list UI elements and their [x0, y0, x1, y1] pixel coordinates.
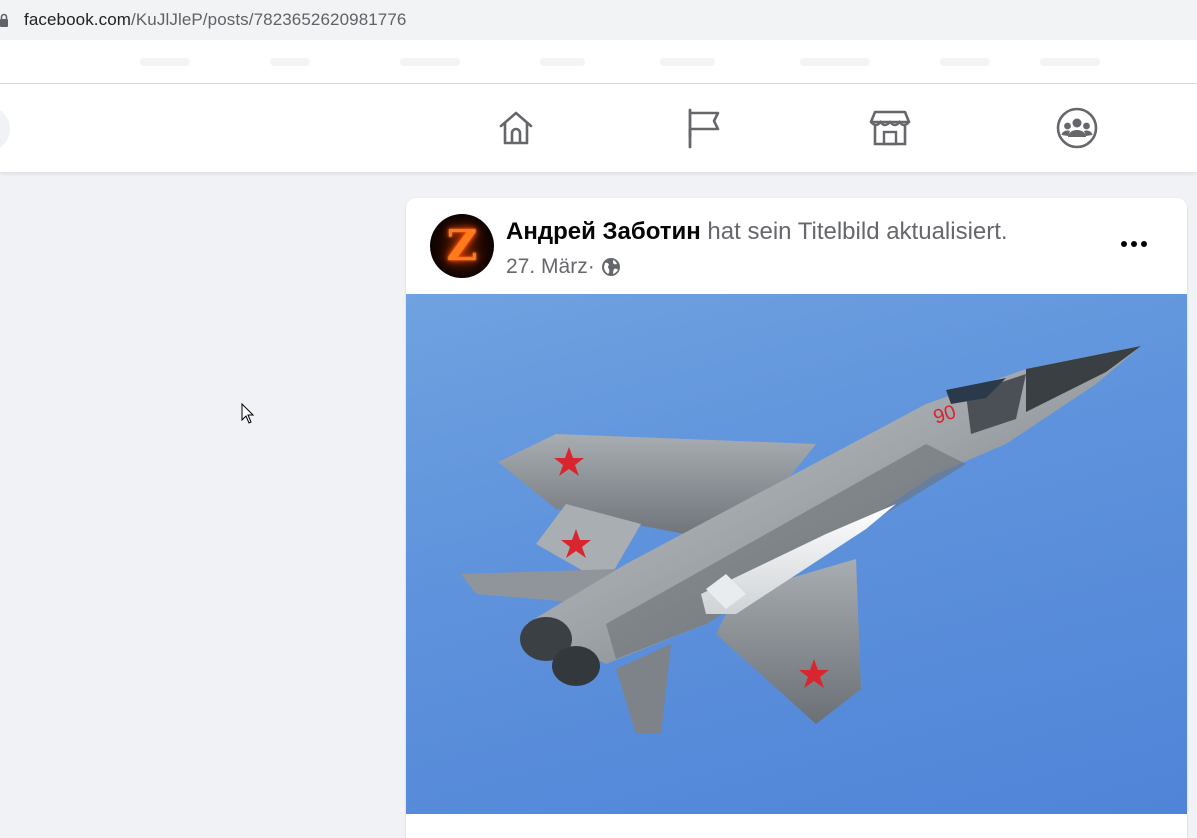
post-meta: 27. März · — [506, 255, 621, 279]
address-bar[interactable]: facebook.com/KuJlJleP/posts/782365262098… — [0, 0, 1197, 40]
fighter-jet-illustration: 90 — [461, 346, 1141, 734]
avatar-letter: Z — [446, 221, 478, 270]
post-card: Z Андрей Заботин hat sein Titelbild aktu… — [406, 198, 1187, 838]
mouse-cursor-icon — [241, 402, 255, 430]
post-headline: Андрей Заботин hat sein Titelbild aktual… — [506, 218, 1008, 246]
meta-separator: · — [587, 255, 595, 278]
avatar[interactable]: Z — [430, 214, 494, 278]
pages-flag-icon[interactable] — [682, 106, 726, 150]
cover-photo[interactable]: 90 — [406, 294, 1187, 814]
post-options-button[interactable] — [1114, 224, 1154, 264]
bookmarks-bar — [0, 40, 1197, 84]
url-text[interactable]: facebook.com/KuJlJleP/posts/782365262098… — [24, 10, 406, 30]
lock-icon — [0, 11, 10, 29]
home-icon[interactable] — [494, 106, 538, 150]
marketplace-icon[interactable] — [868, 106, 912, 150]
post-action-text: hat sein Titelbild aktualisiert. — [700, 218, 1008, 245]
search-bar-edge[interactable] — [0, 106, 10, 152]
more-dots-icon — [1121, 241, 1147, 247]
url-host: facebook.com — [24, 10, 132, 29]
author-name-link[interactable]: Андрей Заботин — [506, 218, 701, 245]
post-date-link[interactable]: 27. März — [506, 255, 588, 279]
facebook-header — [0, 84, 1197, 172]
url-path: /KuJlJleP/posts/7823652620981776 — [131, 10, 407, 29]
groups-icon[interactable] — [1055, 106, 1099, 150]
globe-icon[interactable] — [601, 257, 621, 277]
